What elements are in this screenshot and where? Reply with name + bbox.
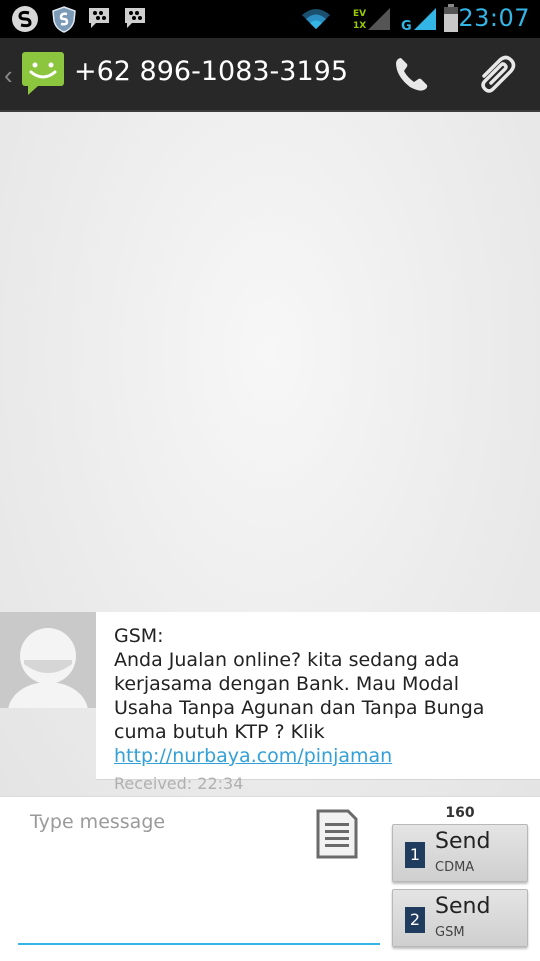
sim1-badge: 1 bbox=[405, 842, 425, 868]
network-g-label: G bbox=[401, 19, 412, 32]
send-label: Send bbox=[435, 829, 491, 854]
contact-phone-number: +62 896-1083-3195 bbox=[74, 56, 349, 87]
bbm-icon bbox=[86, 5, 112, 36]
wifi-icon bbox=[300, 7, 332, 36]
conversation-view[interactable]: GSM: Anda Jualan online? kita sedang ada … bbox=[0, 112, 540, 796]
signal-icon: G bbox=[400, 6, 438, 37]
message-text: Anda Jualan online? kita sedang ada kerj… bbox=[114, 649, 485, 743]
send-network-label: CDMA bbox=[435, 860, 475, 875]
shield-icon bbox=[50, 5, 78, 38]
text-template-icon[interactable] bbox=[314, 805, 360, 866]
signal-icon: EV 1X bbox=[352, 6, 392, 37]
messaging-app-icon[interactable] bbox=[20, 50, 66, 101]
message-item[interactable]: GSM: Anda Jualan online? kita sedang ada … bbox=[0, 612, 540, 793]
attach-icon[interactable] bbox=[474, 52, 520, 101]
compose-bar: 160 1 Send CDMA 2 Send GSM bbox=[0, 796, 540, 961]
send-button-sim2[interactable]: 2 Send GSM bbox=[392, 889, 528, 947]
status-time: 23:07 bbox=[458, 4, 530, 32]
message-bubble[interactable]: GSM: Anda Jualan online? kita sedang ada … bbox=[96, 612, 540, 793]
status-bar: EV 1X G 23:07 bbox=[0, 0, 540, 38]
send-label: Send bbox=[435, 894, 491, 919]
default-contact-icon bbox=[0, 612, 96, 708]
message-sender-label: GSM: bbox=[114, 625, 164, 647]
back-chevron-icon[interactable]: ‹ bbox=[4, 60, 13, 91]
send-network-label: GSM bbox=[435, 925, 465, 940]
sim2-badge: 2 bbox=[405, 907, 425, 933]
bbm-icon bbox=[122, 5, 148, 36]
network-ev-label: EV bbox=[353, 9, 366, 19]
avatar[interactable] bbox=[0, 612, 96, 708]
call-icon[interactable] bbox=[392, 54, 432, 99]
battery-icon bbox=[444, 4, 458, 37]
app-s-icon bbox=[10, 5, 40, 38]
message-timestamp: Received: 22:34 bbox=[114, 774, 244, 793]
message-body: GSM: Anda Jualan online? kita sedang ada … bbox=[114, 624, 522, 768]
action-bar: ‹ +62 896-1083-3195 bbox=[0, 38, 540, 112]
message-link[interactable]: http://nurbaya.com/pinjaman bbox=[114, 745, 392, 767]
send-button-sim1[interactable]: 1 Send CDMA bbox=[392, 824, 528, 882]
character-counter: 160 bbox=[445, 805, 475, 821]
network-1x-label: 1X bbox=[353, 21, 366, 31]
